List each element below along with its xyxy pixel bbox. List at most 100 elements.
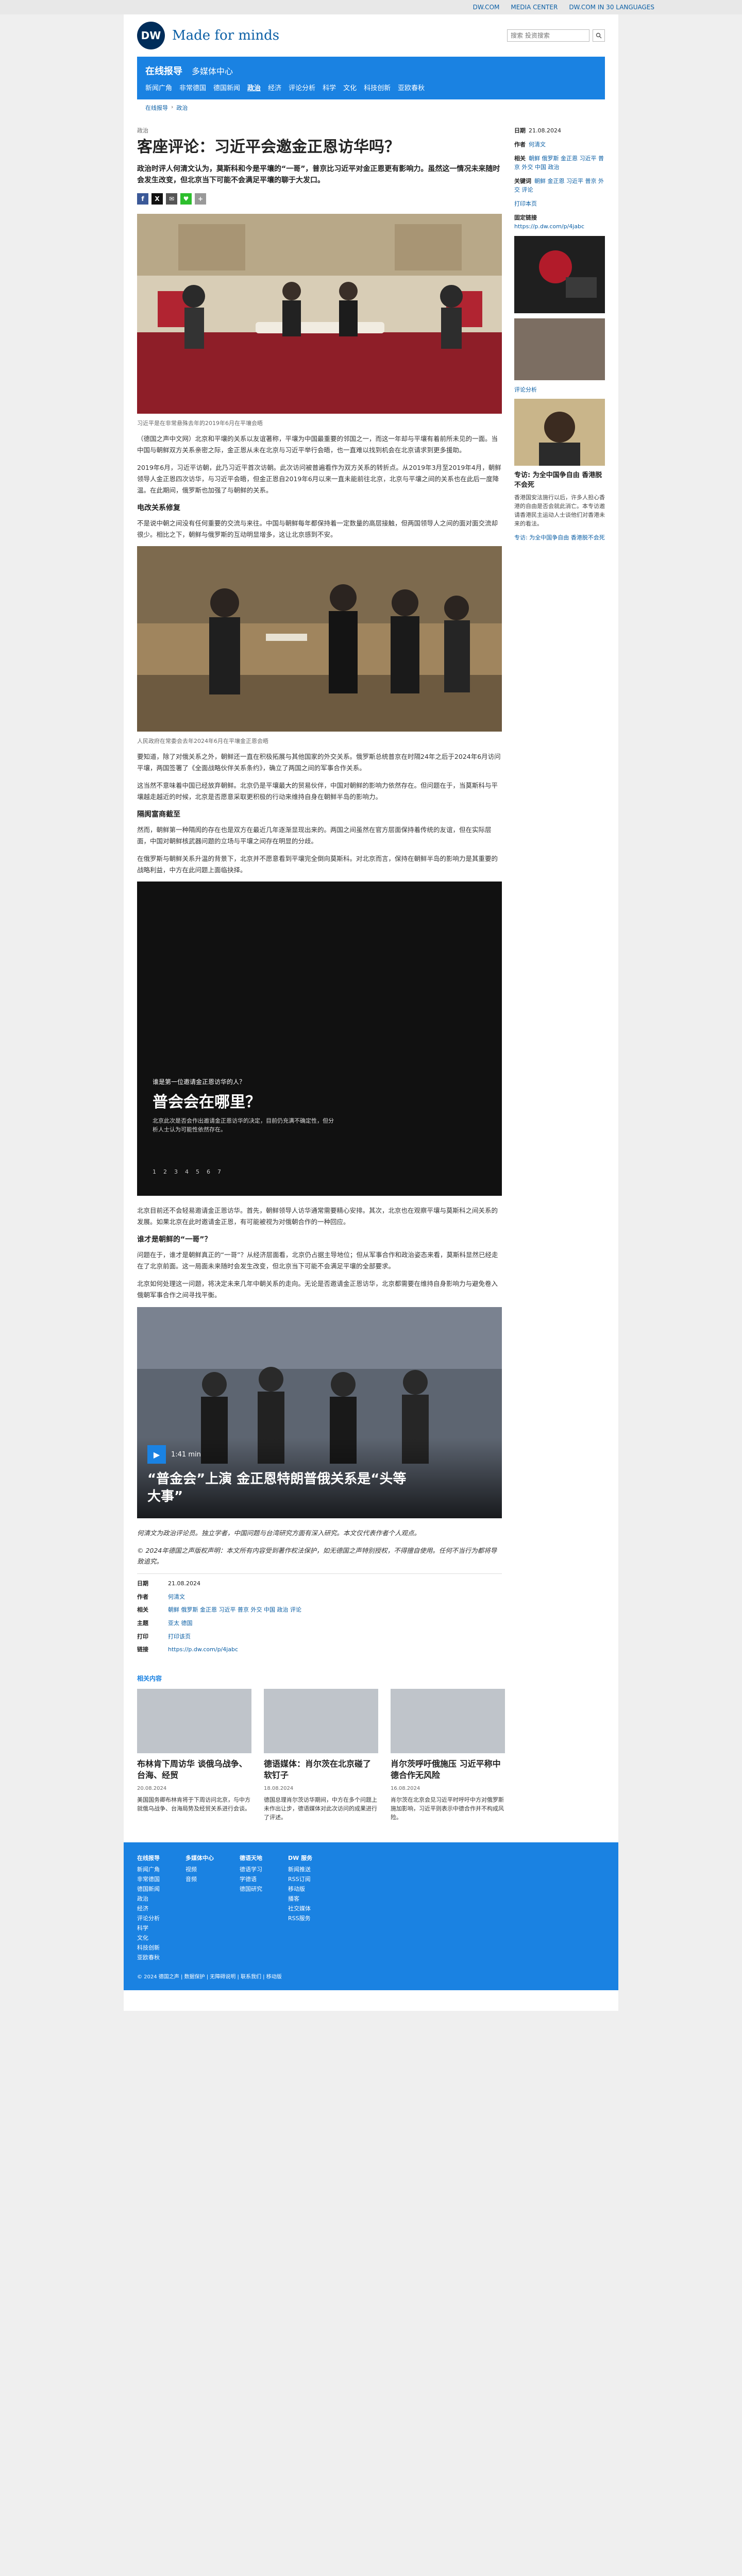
video-duration: 1:41 min [171, 1450, 201, 1459]
related-card-thumbnail[interactable] [137, 1688, 251, 1753]
embedded-video[interactable]: ▶ 1:41 min “普金会”上演 金正恩特朗普俄关系是“头等大事” [137, 1307, 502, 1518]
article-photo-1[interactable] [137, 214, 502, 416]
nav-item[interactable]: 亚欧春秋 [398, 82, 425, 92]
footer-link[interactable]: 德语学习 [240, 1865, 262, 1873]
search-button[interactable] [593, 29, 605, 42]
main-navigation: 在线报导 多媒体中心 新闻广角 非常德国 德国新闻 政治 经济 评论分析 科学 文化 科技创新亚… [137, 57, 605, 116]
footer-link[interactable]: 文化 [137, 1934, 160, 1942]
nav-item[interactable]: 科学 [323, 82, 336, 92]
slide-number[interactable]: 5 [196, 1168, 199, 1175]
dw-logo[interactable]: DW [137, 22, 165, 49]
related-card[interactable]: 肖尔茨呼吁俄施压 习近平称中德合作无风险 16.08.2024 肖尔茨在北京会见习近… [391, 1688, 505, 1822]
slide-number[interactable]: 1 [153, 1168, 156, 1175]
nav-item[interactable]: 非常德国 [179, 82, 206, 92]
footer-link[interactable]: RSS服务 [288, 1914, 312, 1922]
breadcrumb-item[interactable]: 在线报导 [145, 104, 168, 112]
slide-number[interactable]: 7 [217, 1168, 221, 1175]
video-title-block: 谁是第一位邀请金正恩访华的人？ 普会会在哪里？ 北京此次是否会作出邀请金正恩访华… [153, 1077, 338, 1134]
footer-link[interactable]: 播客 [288, 1894, 312, 1903]
footer-link[interactable]: 社交媒体 [288, 1904, 312, 1912]
sidebar-related-label: 相关 [514, 155, 526, 162]
topbar-link-media[interactable]: MEDIA CENTER [511, 4, 558, 11]
play-icon[interactable]: ▶ [147, 1445, 166, 1464]
breadcrumb-item[interactable]: 政治 [176, 104, 188, 112]
sidebar-print-link[interactable]: 打印本页 [514, 200, 537, 207]
permalink[interactable]: https://p.dw.com/p/4jabc [168, 1645, 238, 1654]
topbar-link-dw[interactable]: DW.COM [473, 4, 500, 11]
footer-link[interactable]: RSS订阅 [288, 1875, 312, 1883]
footer-link[interactable]: 新闻广角 [137, 1865, 160, 1873]
meta-topic[interactable]: 亚太 德国 [168, 1619, 193, 1628]
email-share-icon[interactable]: ✉ [166, 193, 177, 205]
footer-column-heading[interactable]: 在线报导 [137, 1854, 160, 1862]
brand[interactable]: DW Made for minds [137, 22, 279, 49]
nav-item[interactable]: 德国新闻 [213, 82, 240, 92]
related-card-title[interactable]: 布林肯下周访华 谈俄乌战争、台海、经贸 [137, 1758, 251, 1782]
related-card[interactable]: 布林肯下周访华 谈俄乌战争、台海、经贸 20.08.2024 美国国务卿布林肯将于下… [137, 1688, 251, 1822]
footer-link[interactable]: 视频 [185, 1865, 214, 1873]
nav-item[interactable]: 评论分析 [289, 82, 315, 92]
sidebar-author[interactable]: 何清文 [529, 141, 546, 148]
sidebar-promo-link[interactable]: 专访: 为全中国争自由 香港脱不会死 [514, 533, 605, 541]
nav-item[interactable]: 科技创新 [364, 82, 391, 92]
related-card[interactable]: 德语媒体：肖尔茨在北京碰了软钉子 18.08.2024 德国总理肖尔茨访华期间，中方… [264, 1688, 378, 1822]
related-card-thumbnail[interactable] [391, 1688, 505, 1753]
footer-link[interactable]: 德国研究 [240, 1885, 262, 1893]
footer-link[interactable]: 非常德国 [137, 1875, 160, 1883]
topbar-link-languages[interactable]: DW.COM IN 30 LANGUAGES [569, 4, 654, 11]
footer-link[interactable]: 音频 [185, 1875, 214, 1883]
sidebar-permalink[interactable]: https://p.dw.com/p/4jabc [514, 223, 584, 230]
paragraph: 北京目前还不会轻易邀请金正恩访华。首先，朝鲜领导人访华通常需要精心安排。其次，北… [137, 1207, 498, 1226]
article-kicker[interactable]: 政治 [137, 126, 502, 134]
video-slideshow[interactable]: 谁是第一位邀请金正恩访华的人？ 普会会在哪里？ 北京此次是否会作出邀请金正恩访华… [137, 882, 502, 1196]
video-play-control[interactable]: ▶ 1:41 min [147, 1445, 492, 1464]
photo-2-caption: 人民政府在常委会去年2024年6月在平壤金正恩会晤 [137, 738, 268, 745]
slide-number[interactable]: 3 [174, 1168, 178, 1175]
video-kicker: 谁是第一位邀请金正恩访华的人？ [153, 1078, 246, 1086]
meta-tags[interactable]: 朝鲜 俄罗斯 金正恩 习近平 普京 外交 中国 政治 评论 [168, 1605, 301, 1615]
footer-link[interactable]: 亚欧春秋 [137, 1953, 160, 1961]
meta-link-label: 链接 [137, 1646, 148, 1653]
sidebar-promo-title[interactable]: 专访: 为全中国争自由 香港脱不会死 [514, 471, 605, 489]
nav-item[interactable]: 经济 [268, 82, 281, 92]
footer-column-heading[interactable]: DW 服务 [288, 1854, 312, 1862]
search-input[interactable] [507, 29, 589, 42]
like-share-icon[interactable]: ♥ [180, 193, 192, 205]
site-header: DW Made for minds 在线报导 多媒体中心 新闻广角非常德国德国新… [124, 14, 618, 116]
sidebar-promo-image-3[interactable] [514, 399, 605, 466]
nav-item[interactable]: 文化 [343, 82, 357, 92]
facebook-share-icon[interactable]: f [137, 193, 148, 205]
footer-link[interactable]: 学德语 [240, 1875, 262, 1883]
nav-item[interactable]: 政治 [247, 82, 261, 92]
slide-number[interactable]: 4 [185, 1168, 189, 1175]
footer-column-heading[interactable]: 德语天地 [240, 1854, 262, 1862]
slide-number[interactable]: 6 [207, 1168, 210, 1175]
nav-section-title[interactable]: 在线报导 [145, 64, 182, 77]
sidebar-related[interactable]: 朝鲜 俄罗斯 金正恩 习近平 普京 外交 中国 政治 [514, 155, 604, 171]
footer-link[interactable]: 经济 [137, 1904, 160, 1912]
nav-section-subtitle[interactable]: 多媒体中心 [192, 64, 233, 77]
related-card-title[interactable]: 肖尔茨呼吁俄施压 习近平称中德合作无风险 [391, 1758, 505, 1782]
related-card-title[interactable]: 德语媒体：肖尔茨在北京碰了软钉子 [264, 1758, 378, 1782]
article-photo-2[interactable] [137, 546, 502, 734]
related-card-thumbnail[interactable] [264, 1688, 378, 1753]
article-main: 政治 客座评论：习近平会邀金正恩访华吗？ 政治时评人何清文认为，莫斯科和今是平壤… [137, 126, 502, 1658]
footer-link[interactable]: 科学 [137, 1924, 160, 1932]
sidebar-author-label: 作者 [514, 141, 526, 148]
footer-link[interactable]: 科技创新 [137, 1943, 160, 1952]
sidebar-promo-image-1[interactable] [514, 236, 605, 314]
footer-link[interactable]: 政治 [137, 1894, 160, 1903]
print-link[interactable]: 打印该页 [168, 1632, 191, 1641]
more-share-icon[interactable]: + [195, 193, 206, 205]
sidebar-promo-image-2[interactable] [514, 318, 605, 381]
sidebar-promo-kicker[interactable]: 评论分析 [514, 385, 605, 394]
slide-number[interactable]: 2 [163, 1168, 167, 1175]
footer-link[interactable]: 新闻推送 [288, 1865, 312, 1873]
x-share-icon[interactable]: X [151, 193, 163, 205]
footer-link[interactable]: 德国新闻 [137, 1885, 160, 1893]
footer-link[interactable]: 评论分析 [137, 1914, 160, 1922]
meta-author[interactable]: 何清文 [168, 1592, 185, 1602]
footer-column-heading[interactable]: 多媒体中心 [185, 1854, 214, 1862]
footer-link[interactable]: 移动版 [288, 1885, 312, 1893]
nav-item[interactable]: 新闻广角 [145, 82, 172, 92]
